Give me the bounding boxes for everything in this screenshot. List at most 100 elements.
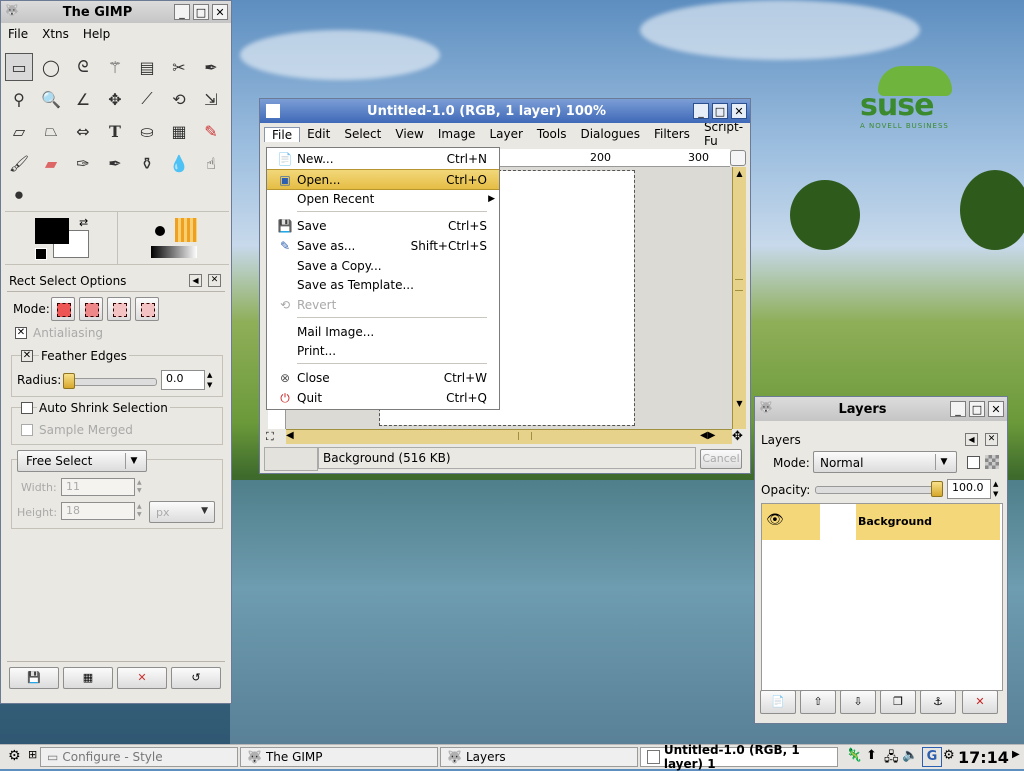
scroll-down-icon[interactable]: ▼ <box>733 397 746 411</box>
text-tool-icon[interactable]: T <box>101 117 129 145</box>
reset-options-button[interactable]: ↺ <box>171 667 221 689</box>
eraser-tool-icon[interactable]: ▰ <box>37 149 65 177</box>
mode-add-button[interactable] <box>79 297 103 321</box>
radius-spinner-icon[interactable]: ▲ ▼ <box>207 370 212 390</box>
menu-layer[interactable]: Layer <box>482 127 529 141</box>
menu-file[interactable]: File <box>264 126 301 142</box>
gradient-indicator-icon[interactable] <box>151 246 197 258</box>
height-spinner-icon[interactable]: ▲ ▼ <box>137 503 142 519</box>
menu-item-open[interactable]: ▣ Open... Ctrl+O <box>267 169 499 190</box>
network-tray-icon[interactable]: 🖧 <box>884 748 899 770</box>
shear-tool-icon[interactable]: ▱ <box>5 117 33 145</box>
new-layer-button[interactable]: 📄 <box>760 690 796 714</box>
scroll-left-icon[interactable]: ◀ <box>286 430 294 441</box>
lasso-tool-icon[interactable]: ᘓ <box>69 53 97 81</box>
zoom-button[interactable] <box>730 150 746 166</box>
blend-tool-icon[interactable]: ▦ <box>165 117 193 145</box>
raise-layer-button[interactable]: ⇧ <box>800 690 836 714</box>
taskbar-menu-icon[interactable]: ⊞ <box>28 748 37 761</box>
select-mode-dropdown[interactable]: Free Select ▼ <box>17 450 147 472</box>
menu-dialogues[interactable]: Dialogues <box>573 127 646 141</box>
scroll-up-icon[interactable]: ▲ <box>733 167 746 181</box>
tab-menu-icon[interactable]: ◀ <box>965 433 978 446</box>
sample-merged-checkbox[interactable] <box>21 424 33 436</box>
mode-replace-button[interactable] <box>51 297 75 321</box>
opacity-slider[interactable] <box>815 486 943 494</box>
swap-colors-icon[interactable]: ⇄ <box>79 216 88 229</box>
menu-tools[interactable]: Tools <box>530 127 574 141</box>
ink-tool-icon[interactable]: ✒ <box>101 149 129 177</box>
scale-tool-icon[interactable]: ⇲ <box>197 85 225 113</box>
layer-mode-dropdown[interactable]: Normal ▼ <box>813 451 957 473</box>
keep-transparency-checkbox[interactable] <box>967 456 980 469</box>
menu-item-quit[interactable]: ⏻ Quit Ctrl+Q <box>267 388 499 407</box>
height-input[interactable]: 18 <box>61 502 135 520</box>
menu-edit[interactable]: Edit <box>300 127 337 141</box>
kde-tray-icon[interactable]: ⚙ <box>943 748 955 763</box>
lower-layer-button[interactable]: ⇩ <box>840 690 876 714</box>
color-select-tool-icon[interactable]: ▤ <box>133 53 161 81</box>
opacity-slider-handle[interactable] <box>931 481 943 497</box>
menu-filters[interactable]: Filters <box>647 127 697 141</box>
close-button[interactable]: ✕ <box>212 4 228 20</box>
minimize-button[interactable]: _ <box>693 103 709 119</box>
move-tool-icon[interactable]: ✥ <box>101 85 129 113</box>
maximize-button[interactable]: □ <box>969 401 985 417</box>
scroll-right-icon[interactable]: ◀▶ <box>700 430 715 441</box>
menu-item-print[interactable]: Print... <box>267 341 499 360</box>
scroll-grip-icon[interactable] <box>735 279 743 291</box>
google-tray-icon[interactable]: G <box>922 747 942 767</box>
perspective-tool-icon[interactable]: ⏢ <box>37 117 65 145</box>
minimize-button[interactable]: _ <box>950 401 966 417</box>
delete-layer-button[interactable]: ✕ <box>962 690 998 714</box>
feather-edges-checkbox[interactable]: ✕ <box>21 350 33 362</box>
radius-slider-handle[interactable] <box>63 373 75 389</box>
close-button[interactable]: ✕ <box>731 103 747 119</box>
magic-wand-tool-icon[interactable]: ⚚ <box>101 53 129 81</box>
duplicate-layer-button[interactable]: ❐ <box>880 690 916 714</box>
horizontal-scrollbar[interactable] <box>286 429 732 444</box>
menu-script-fu[interactable]: Script-Fu <box>697 120 750 148</box>
save-options-button[interactable]: 💾 <box>9 667 59 689</box>
minimize-button[interactable]: _ <box>174 4 190 20</box>
layer-row-background[interactable]: 👁 Background <box>762 504 1000 540</box>
pattern-indicator-icon[interactable] <box>175 218 197 242</box>
close-button[interactable]: ✕ <box>988 401 1004 417</box>
clone-tool-icon[interactable]: ⚱ <box>133 149 161 177</box>
layers-titlebar[interactable]: 🐺 Layers _ □ ✕ <box>755 397 1007 421</box>
auto-shrink-checkbox[interactable] <box>21 402 33 414</box>
hscroll-grip-icon[interactable] <box>518 432 532 440</box>
menu-item-close[interactable]: ⊗ Close Ctrl+W <box>267 368 499 387</box>
clock[interactable]: 17:14 <box>958 748 1009 767</box>
menu-item-save-template[interactable]: Save as Template... <box>267 275 499 294</box>
anchor-layer-button[interactable]: ⚓ <box>920 690 956 714</box>
volume-tray-icon[interactable]: 🔈 <box>902 748 918 763</box>
airbrush-tool-icon[interactable]: ✑ <box>69 149 97 177</box>
brush-indicator-icon[interactable] <box>155 226 165 236</box>
scissors-tool-icon[interactable]: ✂ <box>165 53 193 81</box>
radius-slider[interactable] <box>63 378 157 386</box>
menu-help[interactable]: Help <box>76 27 117 41</box>
bucket-fill-tool-icon[interactable]: ⛀ <box>133 117 161 145</box>
unit-dropdown[interactable]: px ▼ <box>149 501 215 523</box>
menu-item-save-copy[interactable]: Save a Copy... <box>267 256 499 275</box>
maximize-button[interactable]: □ <box>712 103 728 119</box>
menu-select[interactable]: Select <box>337 127 388 141</box>
paths-tool-icon[interactable]: ✒ <box>197 53 225 81</box>
image-titlebar[interactable]: Untitled-1.0 (RGB, 1 layer) 100% _ □ ✕ <box>260 99 750 123</box>
measure-tool-icon[interactable]: ∠ <box>69 85 97 113</box>
menu-item-save[interactable]: 💾 Save Ctrl+S <box>267 216 499 235</box>
mode-subtract-button[interactable] <box>107 297 131 321</box>
task-layers[interactable]: 🐺 Layers <box>440 747 638 767</box>
menu-item-save-as[interactable]: ✎ Save as... Shift+Ctrl+S <box>267 236 499 255</box>
close-tab-icon[interactable]: ✕ <box>985 433 998 446</box>
paintbrush-tool-icon[interactable]: 🖌 <box>5 149 33 177</box>
maximize-button[interactable]: □ <box>193 4 209 20</box>
visibility-eye-icon[interactable]: 👁 <box>766 512 784 528</box>
rotate-tool-icon[interactable]: ⟲ <box>165 85 193 113</box>
zoom-tool-icon[interactable]: 🔍 <box>37 85 65 113</box>
default-colors-icon[interactable] <box>35 248 47 260</box>
menu-xtns[interactable]: Xtns <box>35 27 76 41</box>
task-configure-style[interactable]: ▭ Configure - Style <box>40 747 238 767</box>
quick-mask-icon[interactable]: ⛶ <box>266 430 274 444</box>
